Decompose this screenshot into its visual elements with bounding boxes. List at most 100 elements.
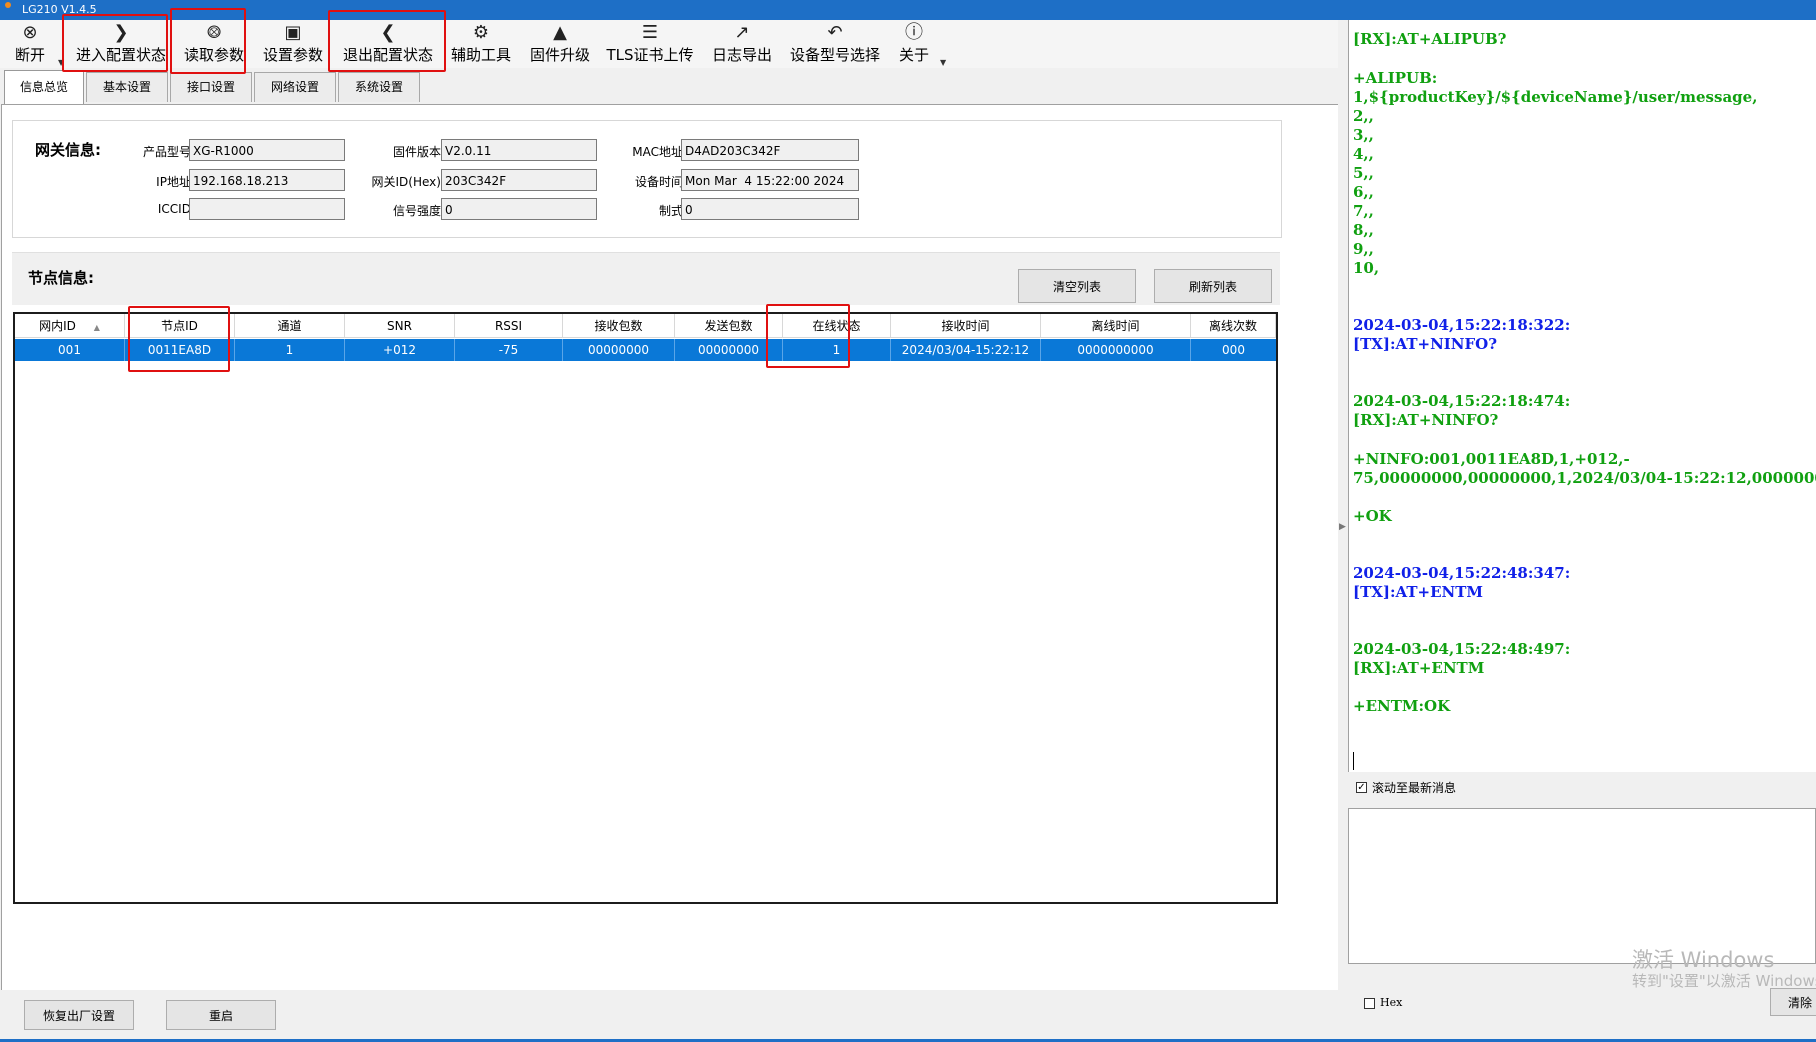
log-line: [TX]:AT+NINFO? xyxy=(1353,335,1498,353)
device-time-field[interactable]: Mon Mar 4 15:22:00 2024 xyxy=(681,169,859,191)
node-info-group: 节点信息: 清空列表 刷新列表 xyxy=(12,252,1280,305)
log-line: 2024-03-04,15:22:18:322: xyxy=(1353,316,1571,334)
column-header-tx-packets[interactable]: 发送包数 xyxy=(675,314,783,338)
device-model-button[interactable]: ↶ 设备型号选择 xyxy=(786,22,884,66)
exit-config-label: 退出配置状态 xyxy=(342,46,433,64)
tab-interface-settings[interactable]: 接口设置 xyxy=(170,72,252,102)
restart-button[interactable]: 重启 xyxy=(166,1000,276,1030)
gateway-info-title: 网关信息: xyxy=(35,141,101,159)
ip-address-field[interactable]: 192.168.18.213 xyxy=(189,169,345,191)
column-header-snr[interactable]: SNR xyxy=(345,314,455,338)
column-header-channel[interactable]: 通道 xyxy=(235,314,345,338)
disconnect-icon: ⊗ xyxy=(22,22,38,43)
log-line: 3,, xyxy=(1353,126,1374,144)
iccid-label: ICCID: xyxy=(157,202,195,216)
sort-asc-icon: ▲ xyxy=(93,323,100,332)
tx-packets-cell: 00000000 xyxy=(675,339,783,361)
text-cursor xyxy=(1353,752,1354,770)
hex-checkbox[interactable] xyxy=(1364,998,1375,1009)
clear-list-button[interactable]: 清空列表 xyxy=(1018,269,1136,303)
signal-strength-field[interactable]: 0 xyxy=(441,198,597,220)
chevron-down-icon[interactable]: ▼ xyxy=(940,58,946,67)
column-header-net-id[interactable]: 网内ID ▲ xyxy=(15,314,125,338)
offline-time-cell: 0000000000 xyxy=(1041,339,1191,361)
tab-system-settings[interactable]: 系统设置 xyxy=(338,72,420,102)
online-status-cell: 1 xyxy=(783,339,891,361)
export-icon: ↗ xyxy=(734,22,750,43)
undo-icon: ↶ xyxy=(827,22,843,43)
iccid-field[interactable] xyxy=(189,198,345,220)
window-title: LG210 V1.4.5 xyxy=(22,3,97,16)
log-line: 2024-03-04,15:22:48:347: xyxy=(1353,564,1571,582)
set-params-button[interactable]: ▣ 设置参数 xyxy=(258,22,328,66)
log-line: +ALIPUB: xyxy=(1353,69,1438,87)
log-line: 10, xyxy=(1353,259,1380,277)
column-header-rx-time[interactable]: 接收时间 xyxy=(891,314,1041,338)
title-bar: LG210 V1.4.5 xyxy=(0,0,1816,20)
autoscroll-checkbox[interactable]: ✓ xyxy=(1356,782,1367,793)
snr-cell: +012 xyxy=(345,339,455,361)
tab-overview[interactable]: 信息总览 xyxy=(4,70,84,104)
device-model-label: 设备型号选择 xyxy=(789,46,880,64)
log-line: [RX]:AT+ALIPUB? xyxy=(1353,30,1507,48)
refresh-list-button[interactable]: 刷新列表 xyxy=(1154,269,1272,303)
firmware-version-field[interactable]: V2.0.11 xyxy=(441,139,597,161)
toolbox-icon: ⚙ xyxy=(472,22,490,43)
log-line: 2024-03-04,15:22:18:474: xyxy=(1353,392,1571,410)
log-line: 1,${productKey}/${deviceName}/user/messa… xyxy=(1353,88,1758,106)
column-header-offline-count[interactable]: 离线次数 xyxy=(1191,314,1276,338)
product-model-label: 产品型号: xyxy=(142,145,195,159)
column-header-node-id[interactable]: 节点ID xyxy=(125,314,235,338)
rocket-icon: ▲ xyxy=(553,22,567,43)
column-header-offline-time[interactable]: 离线时间 xyxy=(1041,314,1191,338)
log-line: +OK xyxy=(1353,507,1392,525)
aux-tools-label: 辅助工具 xyxy=(450,46,511,64)
log-line: [RX]:AT+ENTM xyxy=(1353,659,1485,677)
log-line: 8,, xyxy=(1353,221,1374,239)
toolbar: ⊗ 断开 ▼ ❯ 进入配置状态 ⨷ 读取参数 ▣ 设置参数 ❮ 退出配置状态 ⚙… xyxy=(0,20,1340,68)
exit-config-button[interactable]: ❮ 退出配置状态 xyxy=(336,22,440,66)
log-line: [TX]:AT+ENTM xyxy=(1353,583,1483,601)
chevron-left-icon: ❮ xyxy=(380,22,396,43)
channel-cell: 1 xyxy=(235,339,345,361)
log-line: 7,, xyxy=(1353,202,1374,220)
clear-log-button[interactable]: 清除 xyxy=(1770,988,1816,1016)
info-icon: ⓘ xyxy=(905,22,923,43)
log-output[interactable]: [RX]:AT+ALIPUB? +ALIPUB: 1,${productKey}… xyxy=(1348,20,1816,772)
log-line: 2,, xyxy=(1353,107,1374,125)
read-params-button[interactable]: ⨷ 读取参数 xyxy=(180,22,248,66)
tab-basic-settings[interactable]: 基本设置 xyxy=(86,72,168,102)
column-header-rx-packets[interactable]: 接收包数 xyxy=(563,314,675,338)
factory-reset-button[interactable]: 恢复出厂设置 xyxy=(24,1000,134,1030)
rx-packets-cell: 00000000 xyxy=(563,339,675,361)
ip-address-label: IP地址: xyxy=(156,175,195,189)
disconnect-button[interactable]: ⊗ 断开 xyxy=(8,22,52,66)
splitter-handle[interactable]: ▶ xyxy=(1338,20,1348,1042)
tls-upload-button[interactable]: ☰ TLS证书上传 xyxy=(604,22,696,66)
gateway-id-field[interactable]: 203C342F xyxy=(441,169,597,191)
column-header-rssi[interactable]: RSSI xyxy=(455,314,563,338)
log-export-button[interactable]: ↗ 日志导出 xyxy=(708,22,776,66)
collapse-arrow-icon[interactable]: ▶ xyxy=(1339,522,1346,532)
rssi-cell: -75 xyxy=(455,339,563,361)
firmware-upgrade-label: 固件升级 xyxy=(529,46,590,64)
save-icon: ▣ xyxy=(284,22,302,43)
bottom-bar: 恢复出厂设置 重启 xyxy=(0,990,1340,1042)
gateway-id-label: 网关ID(Hex): xyxy=(371,175,445,189)
product-model-field[interactable]: XG-R1000 xyxy=(189,139,345,161)
mac-address-label: MAC地址: xyxy=(632,145,687,159)
tab-network-settings[interactable]: 网络设置 xyxy=(254,72,336,102)
firmware-upgrade-button[interactable]: ▲ 固件升级 xyxy=(526,22,594,66)
network-mode-field[interactable]: 0 xyxy=(681,198,859,220)
about-label: 关于 xyxy=(898,46,929,64)
node-table: 网内ID ▲ 节点ID 通道 SNR RSSI 接收包数 发送包数 在线状态 接… xyxy=(13,312,1278,904)
enter-config-button[interactable]: ❯ 进入配置状态 xyxy=(70,22,172,66)
column-header-online-status[interactable]: 在线状态 xyxy=(783,314,891,338)
about-button[interactable]: ⓘ 关于 xyxy=(896,22,932,66)
certificate-icon: ☰ xyxy=(641,22,659,43)
mac-address-field[interactable]: D4AD203C342F xyxy=(681,139,859,161)
chevron-down-icon[interactable]: ▼ xyxy=(58,58,64,67)
send-input[interactable] xyxy=(1348,808,1816,964)
log-line: [RX]:AT+NINFO? xyxy=(1353,411,1499,429)
aux-tools-button[interactable]: ⚙ 辅助工具 xyxy=(448,22,514,66)
